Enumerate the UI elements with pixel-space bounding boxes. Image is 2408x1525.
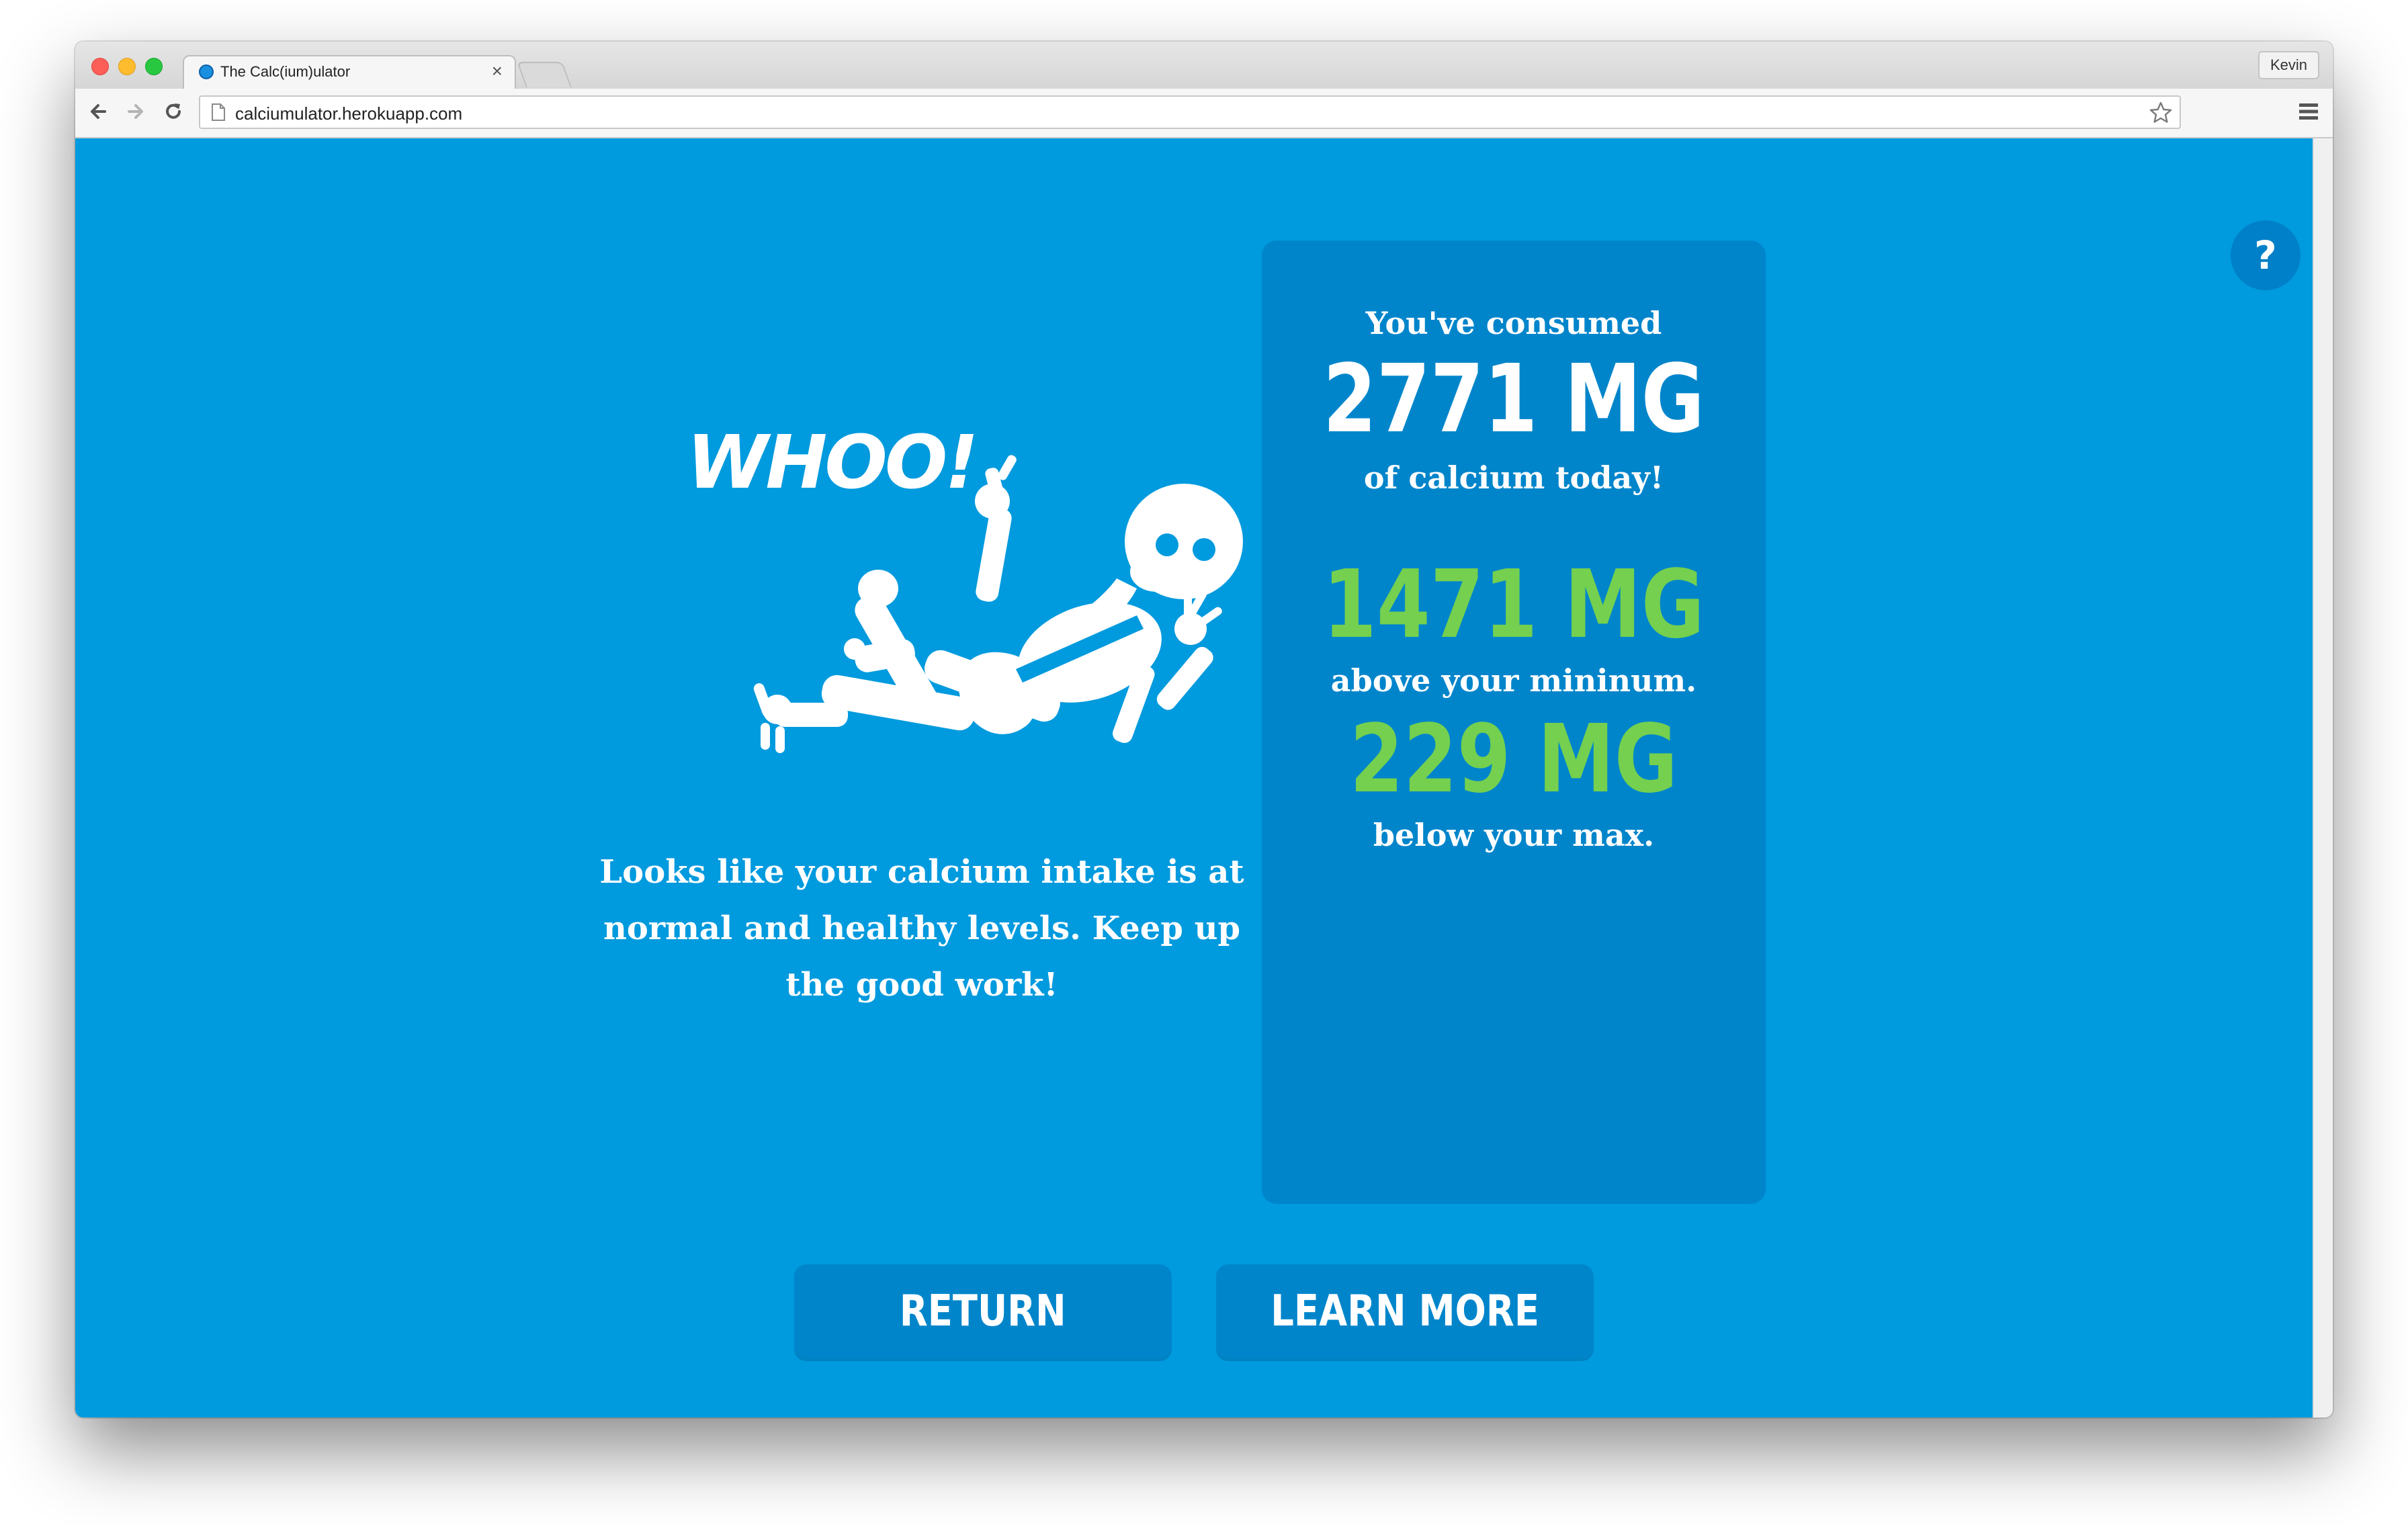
zoom-window-button[interactable] (145, 58, 163, 75)
browser-window: The Calc(ium)ulator × Kevin calciumulato… (75, 42, 2333, 1418)
page-icon (212, 103, 225, 121)
tab-strip: The Calc(ium)ulator × Kevin (75, 42, 2333, 89)
skeleton-illustration: WHOO! (687, 419, 1243, 753)
forward-icon (128, 104, 143, 119)
consumed-intro: You've consumed (1365, 305, 1662, 341)
profile-button[interactable]: Kevin (2258, 51, 2319, 79)
forward-button[interactable] (121, 97, 150, 126)
scrollbar[interactable] (2313, 138, 2333, 1418)
learn-more-button[interactable]: LEARN MORE (1216, 1264, 1594, 1358)
tab-calciumulator[interactable]: The Calc(ium)ulator × (183, 55, 516, 89)
reload-icon (166, 103, 181, 119)
reload-button[interactable] (159, 97, 188, 126)
result-message: Looks like your calcium intake is at nor… (599, 853, 1244, 1004)
menu-icon[interactable] (2296, 99, 2321, 124)
whoo-caption: WHOO! (687, 419, 976, 505)
star-icon[interactable] (2147, 99, 2174, 126)
stats-panel: You've consumed 2771 MG of calcium today… (1262, 241, 1766, 1204)
help-button[interactable]: ? (2231, 220, 2300, 290)
close-window-button[interactable] (91, 58, 109, 75)
return-button-label: RETURN (900, 1287, 1066, 1336)
tab-close-icon[interactable]: × (492, 60, 503, 82)
above-minimum-amount: 1471 MG (1323, 550, 1705, 660)
minimize-window-button[interactable] (118, 58, 136, 75)
new-tab-button[interactable] (517, 62, 572, 87)
favicon-icon (199, 64, 214, 79)
page-content: ? WHOO! Looks like your calcium intake i… (75, 138, 2313, 1418)
below-max-label: below your max. (1373, 817, 1655, 853)
back-button[interactable] (83, 97, 113, 126)
url-text: calciumulator.herokuapp.com (235, 103, 463, 124)
learn-more-button-label: LEARN MORE (1271, 1287, 1539, 1336)
below-max-amount: 229 MG (1349, 705, 1678, 814)
consumed-amount: 2771 MG (1323, 345, 1705, 454)
address-bar[interactable]: calciumulator.herokuapp.com (199, 95, 2181, 129)
tab-title: The Calc(ium)ulator (220, 63, 351, 80)
back-icon (91, 104, 106, 119)
above-minimum-label: above your mininum. (1330, 662, 1697, 699)
return-button[interactable]: RETURN (794, 1264, 1172, 1358)
toolbar: calciumulator.herokuapp.com (75, 89, 2333, 138)
consumed-outro: of calcium today! (1363, 460, 1664, 496)
